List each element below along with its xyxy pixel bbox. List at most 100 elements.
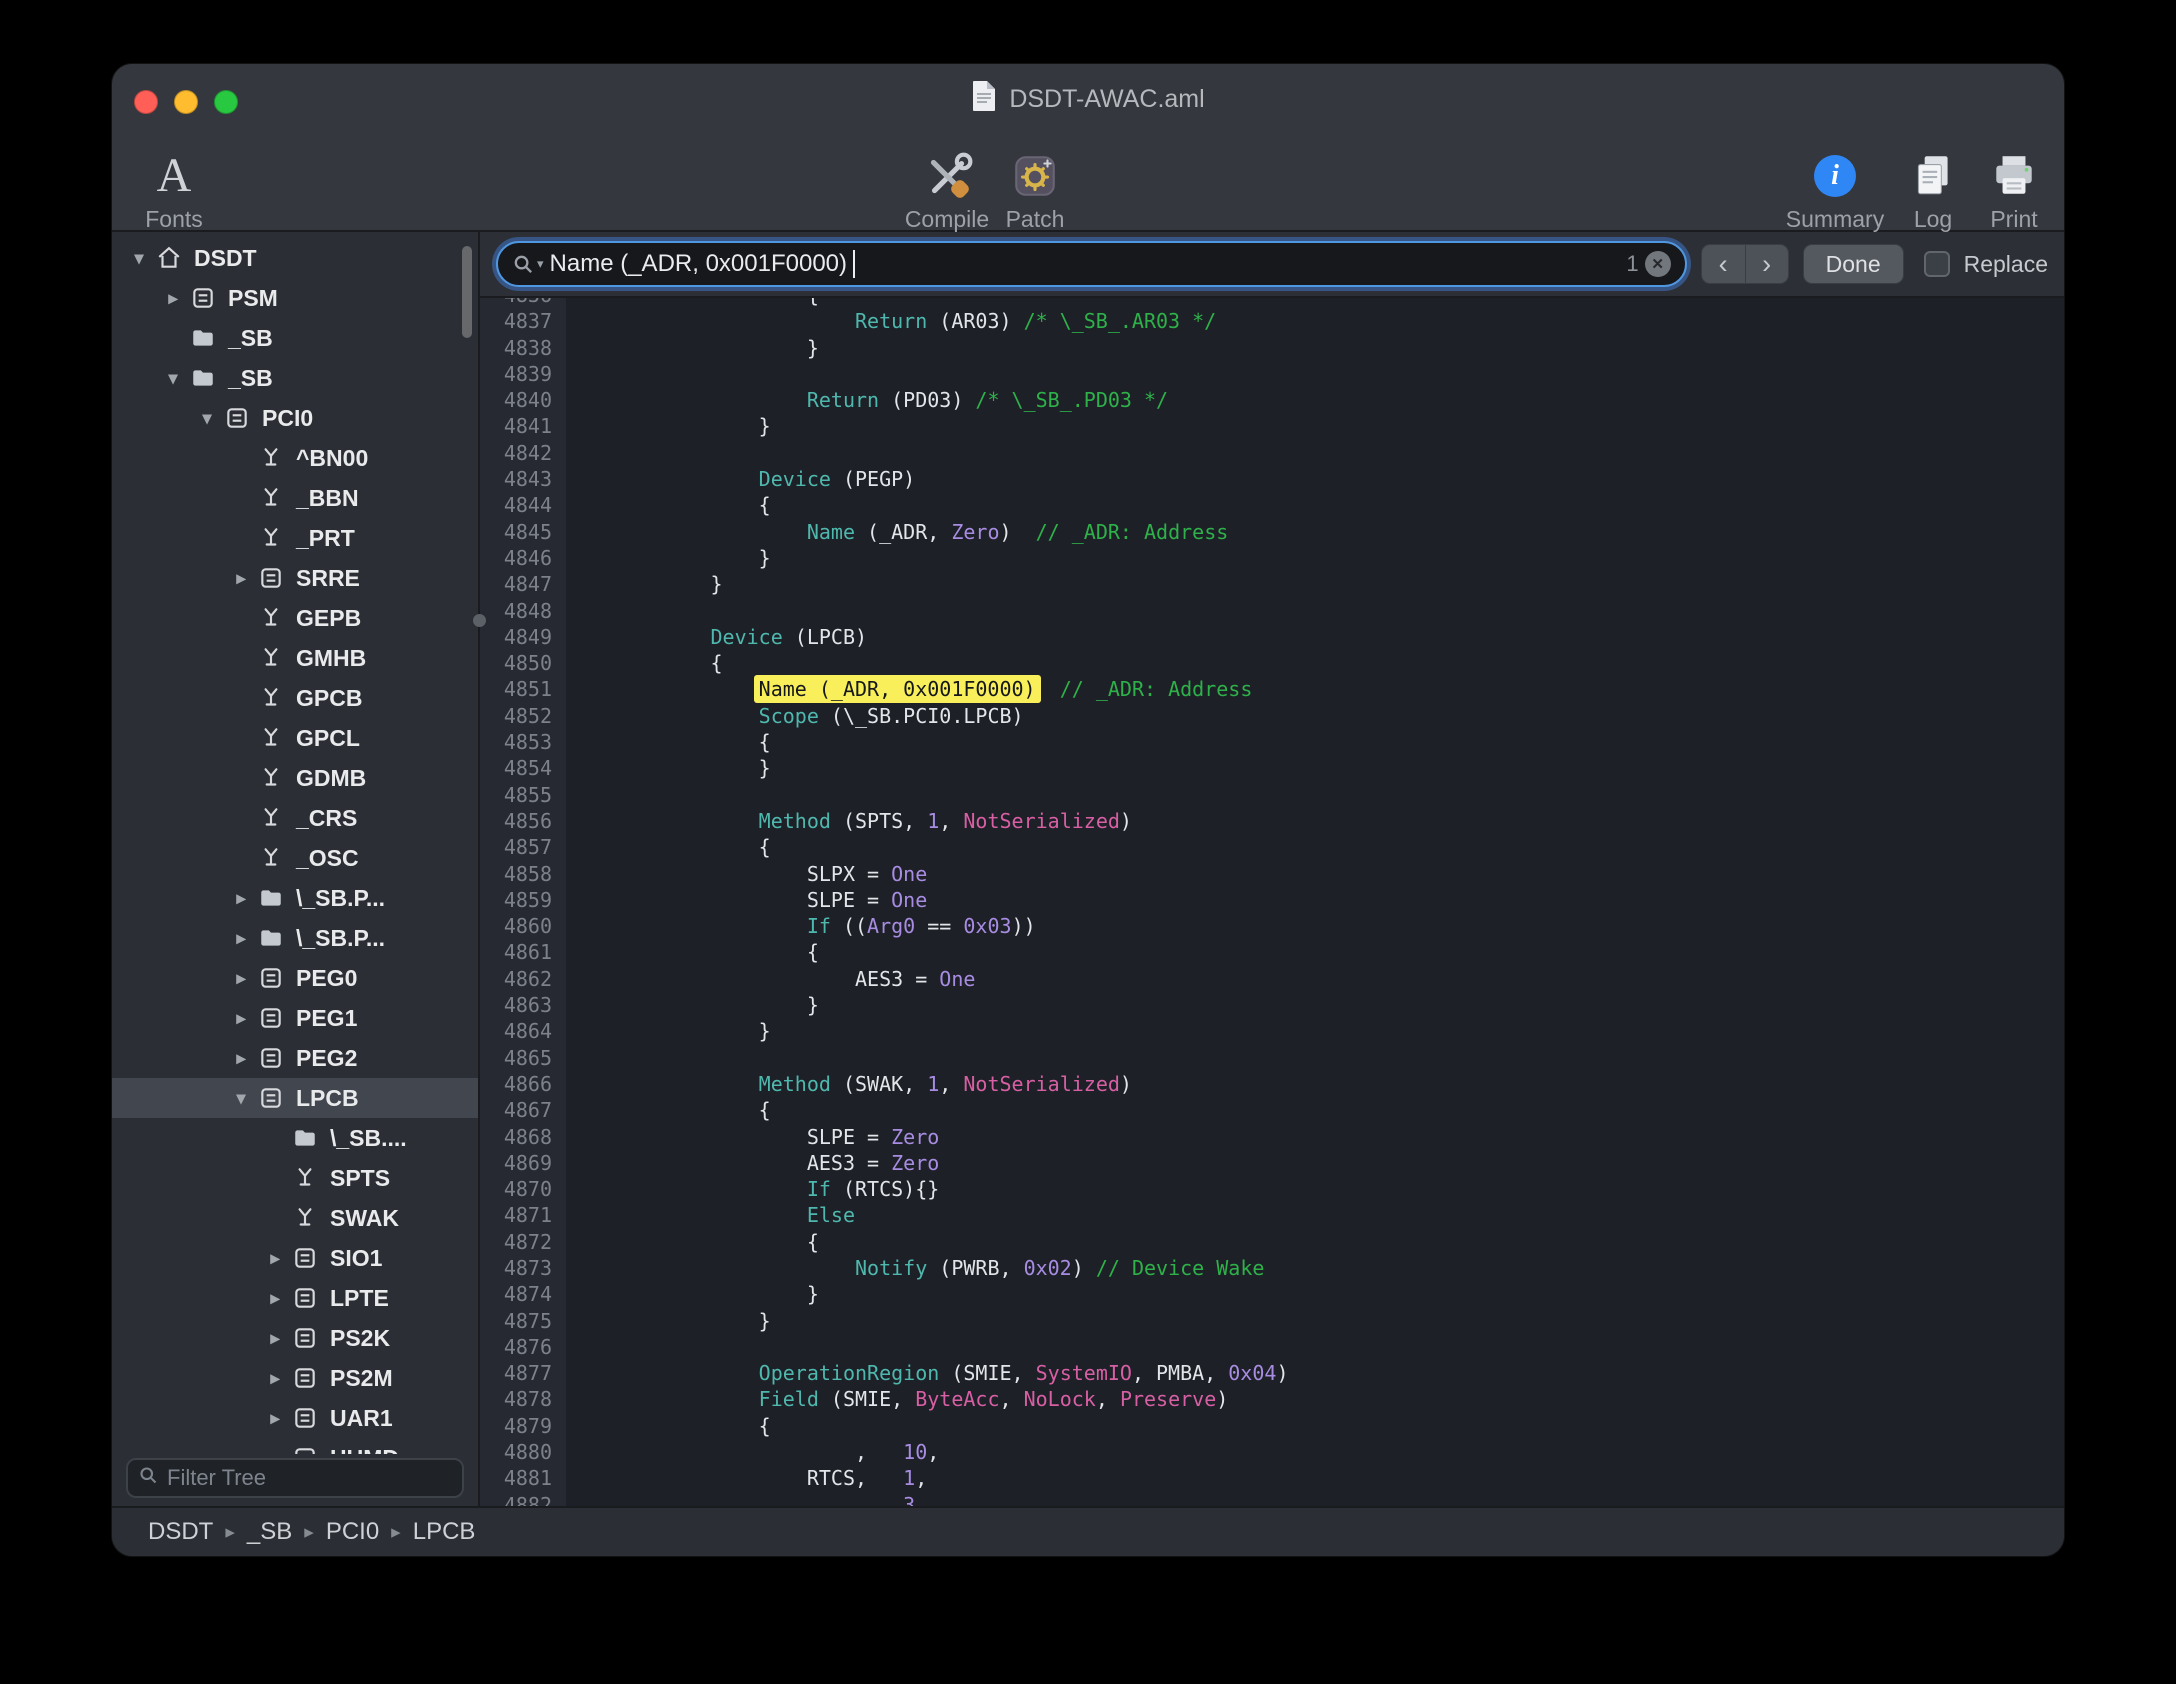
breadcrumb-item[interactable]: PCI0 (326, 1518, 379, 1546)
tree-item-bn00[interactable]: ^BN00 (112, 438, 478, 478)
disclosure-triangle-icon[interactable]: ▸ (260, 1448, 290, 1455)
filter-tree-input[interactable]: Filter Tree (126, 1458, 464, 1498)
breadcrumb-item[interactable]: DSDT (148, 1518, 213, 1546)
code-line[interactable]: 4867 { (480, 1097, 2064, 1123)
code-line[interactable]: 4849 Device (LPCB) (480, 624, 2064, 650)
code-line[interactable]: 4841 } (480, 413, 2064, 439)
code-line[interactable]: 4873 Notify (PWRB, 0x02) // Device Wake (480, 1255, 2064, 1281)
tree-item-ps2m[interactable]: ▸PS2M (112, 1358, 478, 1398)
code-line[interactable]: 4839 (480, 361, 2064, 387)
code-line[interactable]: 4840 Return (PD03) /* \_SB_.PD03 */ (480, 387, 2064, 413)
tree-item-peg2[interactable]: ▸PEG2 (112, 1038, 478, 1078)
code-line[interactable]: 4861 { (480, 939, 2064, 965)
disclosure-triangle-icon[interactable]: ▸ (226, 1048, 256, 1069)
tree-item-sbp[interactable]: ▸\_SB.P... (112, 918, 478, 958)
disclosure-triangle-icon[interactable]: ▾ (124, 248, 154, 269)
tree-item-lpte[interactable]: ▸LPTE (112, 1278, 478, 1318)
tree-item-uar1[interactable]: ▸UAR1 (112, 1398, 478, 1438)
disclosure-triangle-icon[interactable]: ▸ (260, 1328, 290, 1349)
code-line[interactable]: 4838 } (480, 335, 2064, 361)
tree-item-swak[interactable]: SWAK (112, 1198, 478, 1238)
code-line[interactable]: 4848 (480, 598, 2064, 624)
disclosure-triangle-icon[interactable]: ▸ (226, 568, 256, 589)
disclosure-triangle-icon[interactable]: ▾ (226, 1088, 256, 1109)
code-line[interactable]: 4870 If (RTCS){} (480, 1176, 2064, 1202)
code-line[interactable]: 4881 RTCS, 1, (480, 1465, 2064, 1491)
find-input[interactable]: ▾ Name (_ADR, 0x001F0000) 1 ✕ (496, 241, 1687, 287)
tree-item-gpcb[interactable]: GPCB (112, 678, 478, 718)
find-next-button[interactable]: › (1745, 244, 1789, 284)
tree-item-dsdt[interactable]: ▾DSDT (112, 238, 478, 278)
code-line[interactable]: 4854 } (480, 755, 2064, 781)
summary-button[interactable]: i Summary (1770, 148, 1900, 233)
done-button[interactable]: Done (1803, 244, 1904, 284)
tree-item-gdmb[interactable]: GDMB (112, 758, 478, 798)
tree-item-sb[interactable]: _SB (112, 318, 478, 358)
code-editor[interactable]: 4836 {4837 Return (AR03) /* \_SB_.AR03 *… (480, 298, 2064, 1506)
code-line[interactable]: 4856 Method (SPTS, 1, NotSerialized) (480, 808, 2064, 834)
tree-item-sio1[interactable]: ▸SIO1 (112, 1238, 478, 1278)
code-line[interactable]: 4859 SLPE = One (480, 887, 2064, 913)
code-line[interactable]: 4843 Device (PEGP) (480, 466, 2064, 492)
code-line[interactable]: 4855 (480, 782, 2064, 808)
find-previous-button[interactable]: ‹ (1701, 244, 1745, 284)
code-line[interactable]: 4879 { (480, 1413, 2064, 1439)
tree-item-gpcl[interactable]: GPCL (112, 718, 478, 758)
patch-button[interactable]: Patch (982, 148, 1088, 233)
breadcrumb-item[interactable]: LPCB (413, 1518, 476, 1546)
tree-item-sb[interactable]: ▾_SB (112, 358, 478, 398)
disclosure-triangle-icon[interactable]: ▸ (260, 1248, 290, 1269)
code-line[interactable]: 4878 Field (SMIE, ByteAcc, NoLock, Prese… (480, 1386, 2064, 1412)
code-line[interactable]: 4842 (480, 440, 2064, 466)
tree-item-bbn[interactable]: _BBN (112, 478, 478, 518)
disclosure-triangle-icon[interactable]: ▸ (260, 1368, 290, 1389)
code-line[interactable]: 4865 (480, 1045, 2064, 1071)
code-line[interactable]: 4872 { (480, 1229, 2064, 1255)
code-line[interactable]: 4863 } (480, 992, 2064, 1018)
tree-item-sbp[interactable]: ▸\_SB.P... (112, 878, 478, 918)
tree-item-prt[interactable]: _PRT (112, 518, 478, 558)
replace-checkbox[interactable] (1924, 251, 1950, 277)
code-line[interactable]: 4876 (480, 1334, 2064, 1360)
code-line[interactable]: 4871 Else (480, 1202, 2064, 1228)
disclosure-triangle-icon[interactable]: ▸ (226, 928, 256, 949)
code-line[interactable]: 4857 { (480, 834, 2064, 860)
tree-item-lpcb[interactable]: ▾LPCB (112, 1078, 478, 1118)
tree-item-crs[interactable]: _CRS (112, 798, 478, 838)
code-line[interactable]: 4837 Return (AR03) /* \_SB_.AR03 */ (480, 308, 2064, 334)
code-line[interactable]: 4869 AES3 = Zero (480, 1150, 2064, 1176)
code-line[interactable]: 4866 Method (SWAK, 1, NotSerialized) (480, 1071, 2064, 1097)
print-button[interactable]: Print (1964, 148, 2064, 233)
tree-item-peg1[interactable]: ▸PEG1 (112, 998, 478, 1038)
code-line[interactable]: 4846 } (480, 545, 2064, 571)
fonts-button[interactable]: A Fonts (114, 148, 234, 233)
code-line[interactable]: 4862 AES3 = One (480, 966, 2064, 992)
tree-item-osc[interactable]: _OSC (112, 838, 478, 878)
disclosure-triangle-icon[interactable]: ▸ (260, 1408, 290, 1429)
disclosure-triangle-icon[interactable]: ▾ (192, 408, 222, 429)
code-line[interactable]: 4877 OperationRegion (SMIE, SystemIO, PM… (480, 1360, 2064, 1386)
sidebar-scrollbar[interactable] (462, 246, 472, 338)
tree-item-sb[interactable]: \_SB.... (112, 1118, 478, 1158)
code-line[interactable]: 4850 { (480, 650, 2064, 676)
tree-item-gmhb[interactable]: GMHB (112, 638, 478, 678)
disclosure-triangle-icon[interactable]: ▸ (260, 1288, 290, 1309)
code-line[interactable]: 4852 Scope (\_SB.PCI0.LPCB) (480, 703, 2064, 729)
code-line[interactable]: 4875 } (480, 1308, 2064, 1334)
code-line[interactable]: 4851 Name (_ADR, 0x001F0000) // _ADR: Ad… (480, 676, 2064, 702)
tree-item-srre[interactable]: ▸SRRE (112, 558, 478, 598)
breadcrumb-item[interactable]: _SB (247, 1518, 292, 1546)
code-line[interactable]: 4853 { (480, 729, 2064, 755)
tree-item-peg0[interactable]: ▸PEG0 (112, 958, 478, 998)
disclosure-triangle-icon[interactable]: ▸ (226, 888, 256, 909)
tree-item-pci0[interactable]: ▾PCI0 (112, 398, 478, 438)
disclosure-triangle-icon[interactable]: ▾ (158, 368, 188, 389)
log-button[interactable]: Log (1893, 148, 1973, 233)
code-line[interactable]: 4836 { (480, 298, 2064, 308)
code-line[interactable]: 4860 If ((Arg0 == 0x03)) (480, 913, 2064, 939)
tree-item-ps2k[interactable]: ▸PS2K (112, 1318, 478, 1358)
code-line[interactable]: 4844 { (480, 492, 2064, 518)
code-line[interactable]: 4864 } (480, 1018, 2064, 1044)
code-line[interactable]: 4882 , 3, (480, 1492, 2064, 1506)
code-line[interactable]: 4880 , 10, (480, 1439, 2064, 1465)
